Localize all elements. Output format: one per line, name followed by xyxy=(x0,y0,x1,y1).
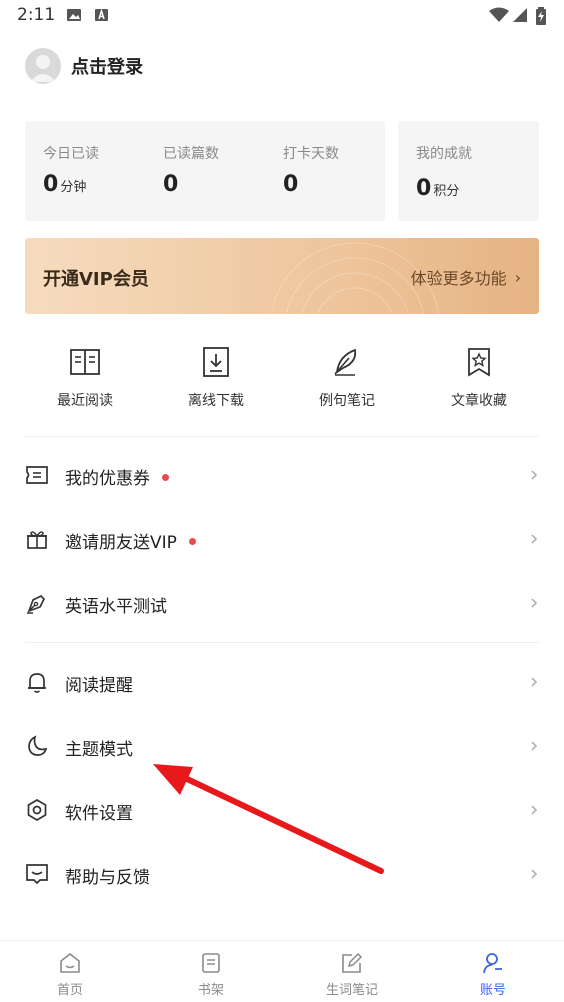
notification-dot xyxy=(162,473,169,481)
menu-label: 主题模式 xyxy=(65,740,133,760)
tab-vocabulary-notes[interactable]: 生词笔记 xyxy=(292,941,412,1002)
quick-article-favorites[interactable]: 文章收藏 xyxy=(419,346,539,416)
menu-label: 邀请朋友送VIP xyxy=(65,533,177,553)
menu-coupons[interactable]: 我的优惠券 xyxy=(25,451,539,501)
quick-label: 最近阅读 xyxy=(57,393,113,409)
home-icon xyxy=(60,952,80,973)
battery-icon xyxy=(536,7,546,25)
tab-label: 账号 xyxy=(479,983,506,998)
vip-title: 开通VIP会员 xyxy=(43,269,149,290)
quick-label: 例句笔记 xyxy=(319,393,375,409)
chevron-right-icon xyxy=(531,741,538,751)
settings-icon xyxy=(27,799,47,821)
menu-theme-mode[interactable]: 主题模式 xyxy=(25,722,539,772)
avatar[interactable] xyxy=(25,48,61,84)
achievements-card[interactable]: 我的成就 0 积分 xyxy=(398,121,539,221)
bell-icon xyxy=(28,673,46,693)
chevron-right-icon xyxy=(531,677,538,687)
menu-help-feedback[interactable]: 帮助与反馈 xyxy=(25,850,539,900)
ticket-icon xyxy=(26,466,48,484)
menu-label: 阅读提醒 xyxy=(65,676,133,696)
chevron-right-icon xyxy=(531,534,538,544)
quick-label: 离线下载 xyxy=(188,393,244,409)
login-link[interactable]: 点击登录 xyxy=(71,53,143,79)
notification-dot xyxy=(188,537,196,545)
menu-label: 帮助与反馈 xyxy=(65,868,150,888)
moon-icon xyxy=(28,735,48,756)
chevron-right-icon xyxy=(531,805,538,815)
status-bar: 2:11 xyxy=(0,0,564,32)
download-icon xyxy=(203,347,229,377)
stat-label: 打卡天数 xyxy=(283,146,339,162)
menu-app-settings[interactable]: 软件设置 xyxy=(25,786,539,836)
gift-icon xyxy=(27,531,47,549)
bookmark-star-icon xyxy=(468,348,490,377)
book-open-icon xyxy=(70,349,100,375)
status-time: 2:11 xyxy=(17,5,56,25)
divider xyxy=(25,436,539,437)
menu-label: 英语水平测试 xyxy=(65,597,167,617)
tab-home[interactable]: 首页 xyxy=(10,941,130,1002)
vip-banner[interactable]: 开通VIP会员 体验更多功能 › xyxy=(25,238,539,314)
menu-invite-friends[interactable]: 邀请朋友送VIP xyxy=(25,515,539,565)
menu-label: 软件设置 xyxy=(65,804,133,824)
quick-example-notes[interactable]: 例句笔记 xyxy=(287,346,407,416)
signal-icon xyxy=(513,8,527,22)
reading-stats-card[interactable]: 今日已读 0 分钟 已读篇数 0 打卡天数 0 xyxy=(25,121,385,221)
chevron-right-icon xyxy=(531,470,538,480)
tab-label: 生词笔记 xyxy=(325,983,378,998)
bottom-tab-bar: 首页 书架 生词笔记 账号 xyxy=(0,940,564,1002)
feedback-icon xyxy=(26,864,48,885)
stat-value: 0 xyxy=(283,172,299,197)
chevron-right-icon: › xyxy=(514,267,521,287)
quick-label: 文章收藏 xyxy=(451,393,507,409)
app-notification-icon xyxy=(95,8,108,21)
tab-account[interactable]: 账号 xyxy=(433,941,553,1002)
feather-icon xyxy=(334,348,357,376)
edit-note-icon xyxy=(342,952,363,973)
tab-label: 书架 xyxy=(197,983,224,998)
stat-value: 0 xyxy=(163,172,179,197)
tab-bookshelf[interactable]: 书架 xyxy=(151,941,271,1002)
account-icon xyxy=(483,953,502,974)
vip-cta[interactable]: 体验更多功能 › xyxy=(411,265,521,289)
bookshelf-icon xyxy=(202,953,220,973)
stat-label: 今日已读 xyxy=(43,146,99,162)
divider xyxy=(25,642,539,643)
wifi-icon xyxy=(489,7,509,22)
profile-login[interactable]: 点击登录 xyxy=(25,47,143,85)
chevron-right-icon xyxy=(531,869,538,879)
menu-label: 我的优惠券 xyxy=(65,469,150,489)
stat-value: 0 分钟 xyxy=(43,172,87,197)
quick-recent-reading[interactable]: 最近阅读 xyxy=(25,346,145,416)
quick-offline-download[interactable]: 离线下载 xyxy=(156,346,276,416)
avatar-placeholder-icon xyxy=(30,55,56,82)
tab-label: 首页 xyxy=(56,983,83,998)
image-notification-icon xyxy=(67,9,81,21)
chevron-right-icon xyxy=(531,598,538,608)
pen-nib-icon xyxy=(27,594,46,614)
stat-value: 0 积分 xyxy=(416,176,460,201)
menu-english-test[interactable]: 英语水平测试 xyxy=(25,579,539,629)
stat-label: 我的成就 xyxy=(416,146,472,162)
menu-reading-reminder[interactable]: 阅读提醒 xyxy=(25,658,539,708)
stat-label: 已读篇数 xyxy=(163,146,219,162)
